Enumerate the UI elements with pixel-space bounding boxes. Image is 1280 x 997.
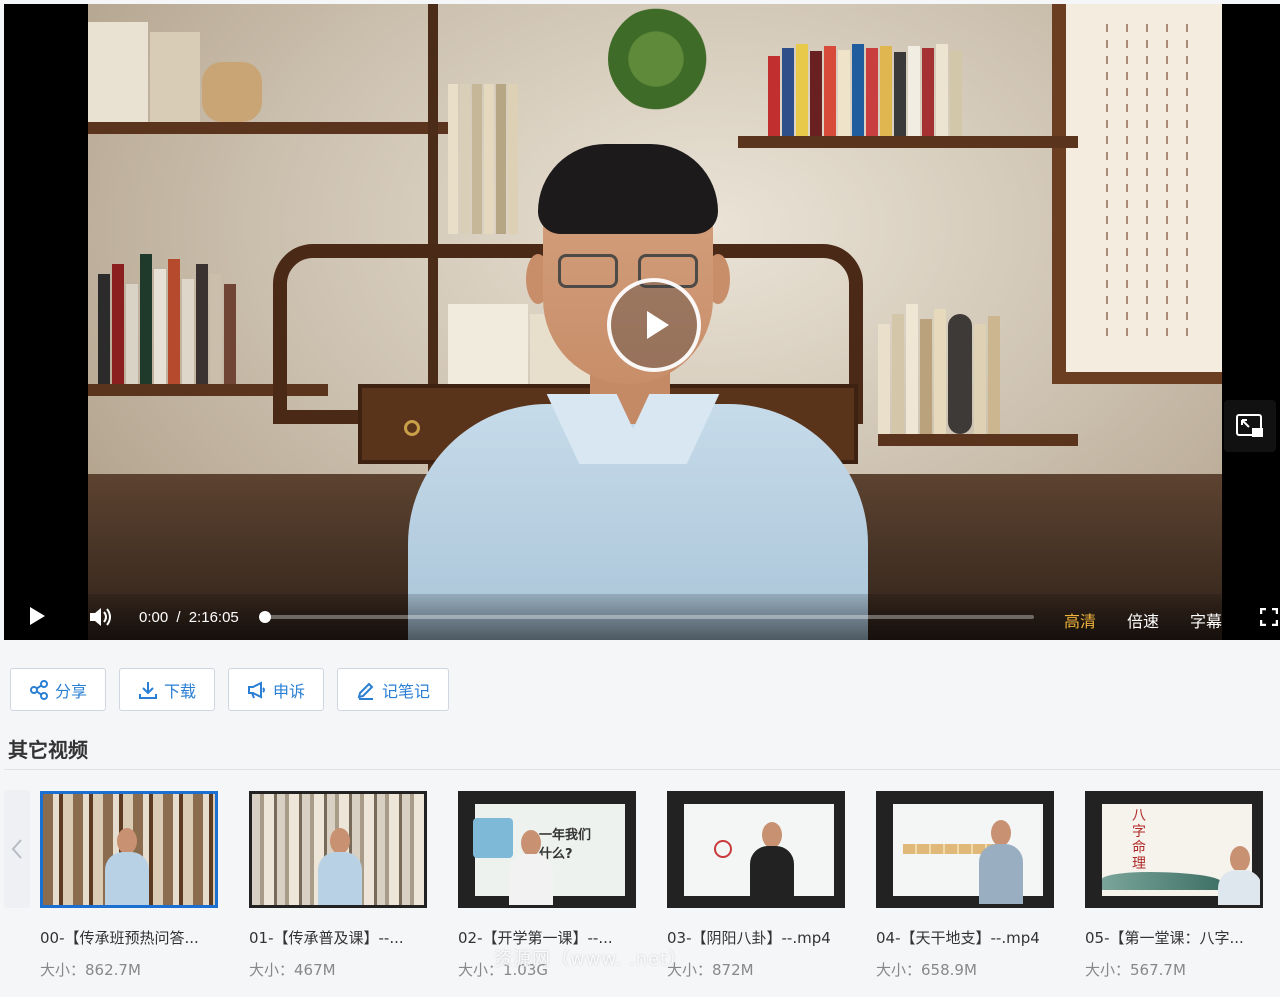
video-card[interactable]: 01-【传承普及课】--... 大小：467M <box>249 791 429 980</box>
video-card[interactable]: 04-【天干地支】--.mp4 大小：658.9M <box>876 791 1056 980</box>
video-name: 01-【传承普及课】--... <box>249 929 404 947</box>
video-card[interactable]: 00-【传承班预热问答... 大小：862.7M <box>40 791 220 980</box>
player-controls: 0:00 / 2:16:05 高清 倍速 字幕 <box>4 594 1280 640</box>
pencil-icon <box>357 682 374 700</box>
take-notes-button[interactable]: 记笔记 <box>337 668 450 711</box>
download-label: 下载 <box>164 681 197 701</box>
section-title: 其它视频 <box>8 738 88 762</box>
time-display: 0:00 / 2:16:05 <box>139 609 239 626</box>
carousel-prev-button[interactable] <box>4 790 30 908</box>
video-player[interactable]: 0:00 / 2:16:05 高清 倍速 字幕 <box>4 4 1280 640</box>
video-thumbnail <box>40 791 218 908</box>
subtitle-button[interactable]: 字幕 <box>1190 608 1222 632</box>
progress-bar[interactable] <box>259 611 1034 623</box>
video-thumbnail: 八字命理 <box>1085 791 1263 908</box>
video-thumbnail <box>249 791 427 908</box>
take-notes-label: 记笔记 <box>382 681 431 701</box>
picture-in-picture-button[interactable] <box>1224 400 1276 452</box>
video-card[interactable]: 03-【阴阳八卦】--.mp4 大小：872M <box>667 791 847 980</box>
video-size: 大小：467M <box>249 961 336 979</box>
share-icon <box>30 679 48 700</box>
video-size: 大小：658.9M <box>876 961 977 979</box>
video-size: 大小：872M <box>667 961 754 979</box>
download-icon <box>139 681 158 699</box>
thumbnail-caption: 八字命理 <box>1132 808 1146 872</box>
video-name: 04-【天干地支】--.mp4 <box>876 929 1040 947</box>
speed-button[interactable]: 倍速 <box>1127 608 1159 632</box>
share-button[interactable]: 分享 <box>10 668 107 711</box>
video-size: 大小：862.7M <box>40 961 141 979</box>
progress-handle[interactable] <box>259 611 271 623</box>
time-total: 2:16:05 <box>188 609 239 626</box>
play-button[interactable] <box>30 607 48 627</box>
chevron-left-icon <box>11 839 22 859</box>
quality-button[interactable]: 高清 <box>1064 608 1096 632</box>
appeal-button[interactable]: 申诉 <box>228 668 325 711</box>
video-thumbnail <box>876 791 1054 908</box>
video-thumbnail <box>667 791 845 908</box>
megaphone-icon <box>248 680 266 699</box>
appeal-label: 申诉 <box>273 681 306 701</box>
picture-in-picture-icon <box>1236 414 1263 437</box>
time-separator: / <box>176 609 181 626</box>
section-divider <box>4 769 1280 770</box>
watermark: 资源网（www. .net） <box>494 949 688 970</box>
calligraphy-scroll <box>1052 4 1222 384</box>
video-thumbnail: 一年我们 什么? <box>458 791 636 908</box>
presenter <box>368 134 908 640</box>
video-size: 大小：567.7M <box>1085 961 1186 979</box>
video-name: 05-【第一堂课：八字... <box>1085 929 1244 947</box>
video-card[interactable]: 八字命理 05-【第一堂课：八字... 大小：567.7M <box>1085 791 1265 980</box>
time-current: 0:00 <box>139 609 169 626</box>
video-name: 03-【阴阳八卦】--.mp4 <box>667 929 831 947</box>
big-play-button[interactable] <box>607 278 701 372</box>
share-label: 分享 <box>55 681 88 701</box>
fullscreen-icon[interactable] <box>1260 608 1278 626</box>
plant-decoration <box>608 4 728 114</box>
download-button[interactable]: 下载 <box>119 668 216 711</box>
volume-icon[interactable] <box>88 606 114 628</box>
video-name: 00-【传承班预热问答... <box>40 929 199 947</box>
video-actions: 分享 下载 申诉 记笔记 <box>10 668 450 711</box>
